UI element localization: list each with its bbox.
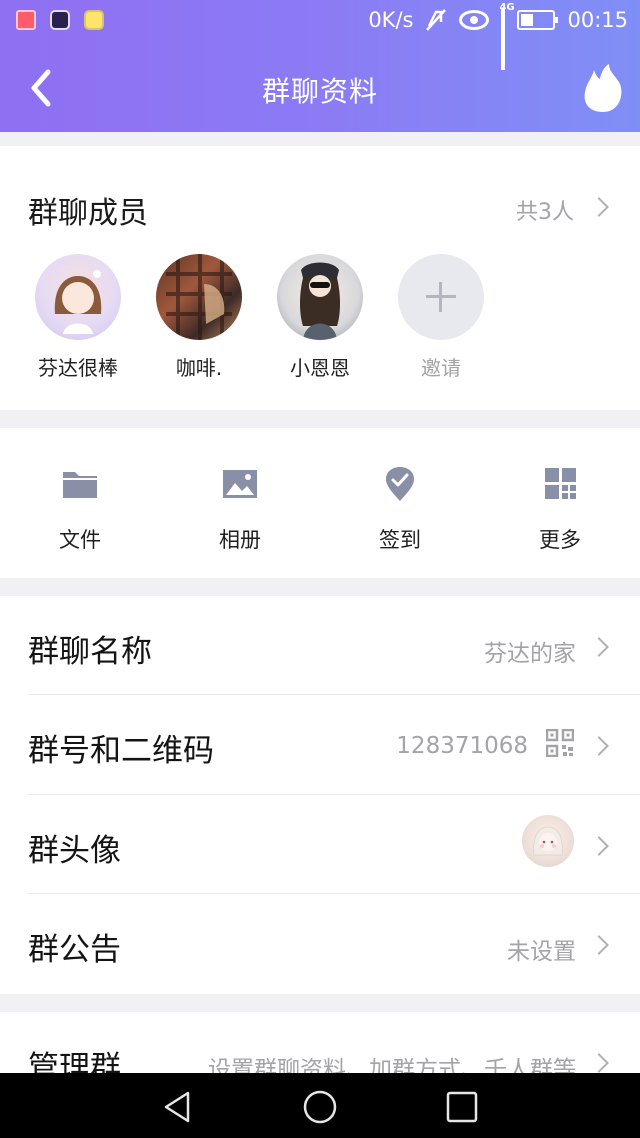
row-label: 群公告 bbox=[28, 932, 121, 968]
nav-bar: 群聊资料 bbox=[0, 44, 640, 132]
page-title: 群聊资料 bbox=[261, 75, 378, 108]
battery-icon bbox=[517, 10, 559, 30]
members-count[interactable]: 共3人 bbox=[516, 194, 574, 226]
folder-icon bbox=[63, 472, 97, 498]
mute-icon bbox=[425, 8, 447, 32]
nav-back-icon[interactable] bbox=[160, 1089, 196, 1125]
chevron-right-icon bbox=[589, 1053, 609, 1073]
member-name: 咖啡. bbox=[175, 356, 223, 380]
group-avatar-row[interactable]: 群头像 bbox=[0, 795, 640, 895]
member-name: 芬达很棒 bbox=[38, 356, 118, 380]
clock: 00:15 bbox=[567, 8, 628, 32]
status-notifications bbox=[16, 10, 104, 30]
status-bar: 0K/s 4G 00:15 bbox=[0, 0, 640, 70]
chevron-right-icon bbox=[589, 637, 609, 657]
tool-checkin[interactable]: 签到 bbox=[340, 466, 460, 554]
tool-label: 文件 bbox=[59, 528, 101, 552]
chevron-right-icon bbox=[589, 836, 609, 856]
member-item[interactable]: 小恩恩 bbox=[260, 254, 380, 381]
invite-button[interactable]: 邀请 bbox=[381, 254, 501, 381]
tool-files[interactable]: 文件 bbox=[20, 466, 140, 554]
tool-album[interactable]: 相册 bbox=[180, 466, 300, 554]
tool-label: 相册 bbox=[219, 528, 261, 552]
check-badge-icon bbox=[386, 467, 414, 501]
group-level-button[interactable] bbox=[582, 62, 624, 114]
members-section: 群聊成员 共3人 芬达很棒 咖啡. 小恩恩 邀请 bbox=[0, 146, 640, 410]
row-value: 芬达的家 bbox=[484, 641, 576, 667]
group-notice-row[interactable]: 群公告 未设置 bbox=[0, 894, 640, 994]
row-label: 群号和二维码 bbox=[28, 733, 214, 769]
group-avatar-image bbox=[522, 815, 574, 867]
nav-home-icon[interactable] bbox=[302, 1089, 338, 1125]
member-name: 小恩恩 bbox=[290, 356, 350, 380]
top-bar: 0K/s 4G 00:15 群聊资料 bbox=[0, 0, 640, 132]
group-name-row[interactable]: 群聊名称 芬达的家 bbox=[0, 596, 640, 696]
chevron-right-icon[interactable] bbox=[589, 197, 609, 217]
nav-recents-icon[interactable] bbox=[444, 1089, 480, 1125]
status-indicators: 0K/s 4G 00:15 bbox=[368, 2, 628, 70]
chevron-right-icon bbox=[589, 736, 609, 756]
avatar bbox=[277, 254, 363, 340]
network-type: 4G bbox=[499, 2, 515, 13]
app-notification-icon bbox=[16, 10, 36, 30]
member-item[interactable]: 芬达很棒 bbox=[18, 254, 138, 381]
row-label: 群头像 bbox=[28, 833, 121, 869]
invite-label: 邀请 bbox=[421, 356, 461, 380]
chevron-right-icon bbox=[589, 935, 609, 955]
app-notification-icon bbox=[84, 10, 104, 30]
signal-icon: 4G bbox=[499, 2, 515, 70]
group-number-row[interactable]: 群号和二维码 128371068 bbox=[0, 695, 640, 795]
grid-icon bbox=[545, 468, 576, 499]
tool-label: 更多 bbox=[539, 528, 581, 552]
flame-icon bbox=[584, 64, 622, 112]
system-nav-bar bbox=[0, 1073, 640, 1138]
avatar bbox=[156, 254, 242, 340]
add-icon bbox=[398, 254, 484, 340]
row-value: 128371068 bbox=[396, 733, 528, 759]
row-value: 未设置 bbox=[507, 939, 576, 965]
eye-icon bbox=[459, 10, 490, 30]
member-item[interactable]: 咖啡. bbox=[139, 254, 259, 381]
net-speed: 0K/s bbox=[368, 8, 414, 32]
avatar bbox=[35, 254, 121, 340]
image-icon bbox=[223, 470, 257, 498]
row-label: 群聊名称 bbox=[28, 634, 152, 670]
app-notification-icon bbox=[50, 10, 70, 30]
qr-code-icon bbox=[546, 729, 574, 757]
tool-more[interactable]: 更多 bbox=[500, 466, 620, 554]
members-title: 群聊成员 bbox=[28, 196, 148, 231]
tools-section: 文件 相册 签到 更多 bbox=[0, 428, 640, 578]
tool-label: 签到 bbox=[379, 528, 421, 552]
